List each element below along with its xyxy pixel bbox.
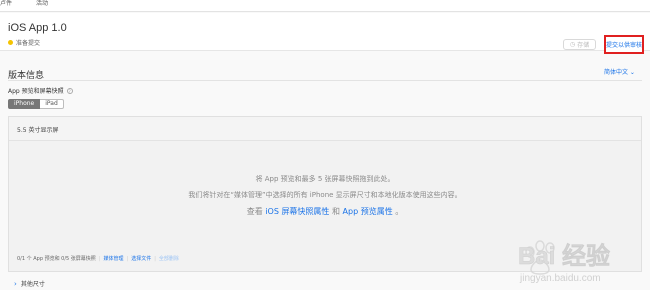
- footer-separator: |: [98, 255, 101, 262]
- nav-tab-activity[interactable]: 活动: [36, 0, 48, 8]
- properties-suffix: 。: [395, 207, 404, 216]
- submit-for-review-button[interactable]: 提交以供审核: [604, 35, 644, 54]
- status-dot-icon: [8, 40, 13, 45]
- save-button[interactable]: ◷ 存储: [563, 39, 596, 50]
- watermark-url: jingyan.baidu.com: [519, 273, 601, 284]
- status-indicator: 准备提交: [8, 38, 40, 47]
- clock-icon: ◷: [569, 41, 576, 48]
- footer-separator: |: [126, 255, 129, 262]
- language-select[interactable]: 简体中文 ⌄: [604, 67, 635, 76]
- preview-label: App 预览和屏幕快照 ?: [8, 86, 73, 95]
- other-sizes-label: 其他尺寸: [20, 281, 45, 288]
- device-tab-iphone[interactable]: iPhone: [8, 99, 41, 109]
- nav-tab-1[interactable]: 卢件: [0, 0, 12, 8]
- top-nav: 卢件 活动: [0, 0, 650, 12]
- version-header: iOS App 1.0 准备提交 ◷ 存储 提交以供审核: [0, 13, 650, 54]
- help-icon[interactable]: ?: [66, 87, 73, 94]
- watermark-brand: Bai 经验: [518, 242, 610, 270]
- display-size-title: 5.5 英寸显示屏: [17, 127, 59, 134]
- properties-links: 查看 iOS 屏幕快照属性 和 App 预览属性 。: [9, 206, 641, 217]
- panel-header: 5.5 英寸显示屏: [9, 117, 641, 141]
- drop-note: 我们将针对在“媒体管理”中选择的所有 iPhone 显示屏尺寸和本地化版本使用这…: [188, 191, 462, 199]
- chevron-right-icon: ›: [14, 279, 17, 288]
- footer-separator: |: [154, 255, 156, 262]
- save-label: 存储: [577, 42, 590, 49]
- properties-and: 和: [331, 207, 340, 216]
- preview-properties-link[interactable]: App 预览属性: [343, 207, 393, 216]
- device-segmented-control: iPhone iPad: [8, 99, 64, 109]
- divider: [8, 80, 642, 81]
- baidu-watermark: Bai 经验 jingyan.baidu.com: [518, 240, 610, 284]
- drop-instruction: 将 App 预览和最多 5 张屏幕快照拖到此处。: [255, 175, 395, 183]
- media-count: 0/1 个 App 预览和 0/5 张屏幕快照: [17, 256, 96, 262]
- preview-label-text: App 预览和屏幕快照: [8, 88, 64, 95]
- app-title: iOS App 1.0: [8, 22, 67, 34]
- status-text: 准备提交: [16, 40, 41, 47]
- screenshot-properties-link[interactable]: iOS 屏幕快照属性: [265, 207, 329, 216]
- panel-footer: 0/1 个 App 预览和 0/5 张屏幕快照 | 媒体管理 | 选择文件 | …: [17, 255, 179, 263]
- media-manager-link[interactable]: 媒体管理: [104, 255, 124, 262]
- choose-file-link[interactable]: 选择文件: [131, 255, 151, 262]
- other-sizes-toggle[interactable]: › 其他尺寸: [14, 279, 45, 289]
- device-tab-ipad[interactable]: iPad: [40, 99, 64, 109]
- properties-prefix: 查看: [246, 207, 263, 216]
- delete-all-link[interactable]: 全部删除: [159, 255, 179, 262]
